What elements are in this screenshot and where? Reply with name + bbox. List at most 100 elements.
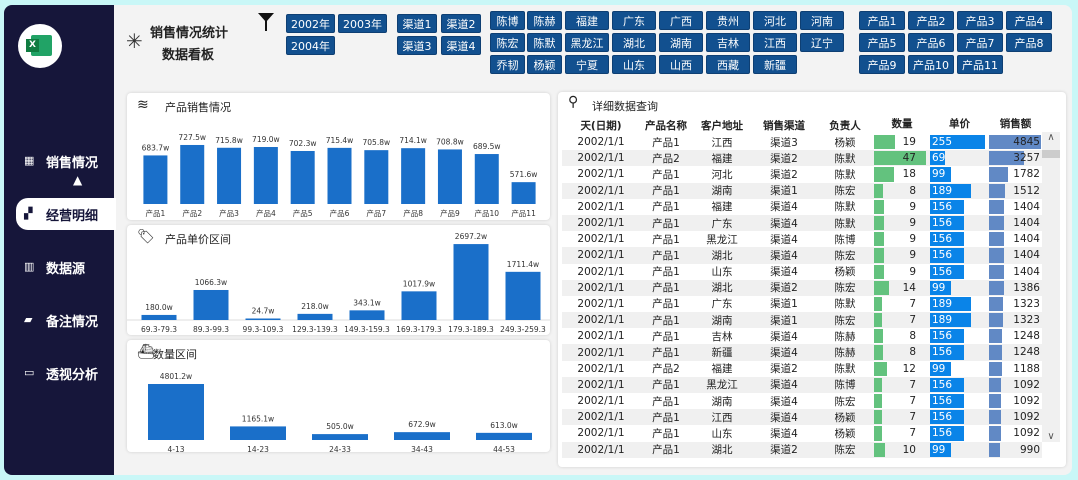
region-slicer-button[interactable]: 山东 <box>612 55 656 74</box>
table-row[interactable]: 2002/1/1 产品1 广东 渠道1 陈默 7 189 1323 <box>562 295 1042 313</box>
table-row[interactable]: 2002/1/1 产品1 黑龙江 渠道4 陈博 7 156 1092 <box>562 376 1042 393</box>
bar[interactable] <box>230 426 286 440</box>
bar[interactable] <box>394 432 450 440</box>
region-slicer-button[interactable]: 宁夏 <box>565 55 609 74</box>
column-header[interactable]: 客户地址 <box>692 118 752 133</box>
bar[interactable] <box>401 148 426 204</box>
column-header[interactable]: 销售额 <box>989 116 1042 134</box>
region-slicer-button[interactable]: 新疆 <box>753 55 797 74</box>
sidebar-item-2[interactable]: ▥ 数据源 <box>16 251 116 283</box>
person-slicer-button[interactable]: 陈默 <box>527 33 562 52</box>
region-slicer-button[interactable]: 广东 <box>612 11 656 30</box>
bar[interactable] <box>453 244 489 320</box>
region-slicer-button[interactable]: 河南 <box>800 11 844 30</box>
channel-slicer-button[interactable]: 渠道3 <box>397 36 437 55</box>
table-row[interactable]: 2002/1/1 产品1 湖北 渠道2 陈宏 10 99 990 <box>562 441 1042 458</box>
year-slicer-button[interactable]: 2004年 <box>286 36 335 55</box>
person-slicer-button[interactable]: 陈宏 <box>490 33 525 52</box>
scroll-up-icon[interactable]: ∧ <box>1042 132 1060 143</box>
bar[interactable] <box>217 147 242 204</box>
bar[interactable] <box>364 150 389 204</box>
region-slicer-button[interactable]: 江西 <box>753 33 797 52</box>
bar[interactable] <box>349 310 385 320</box>
region-slicer-button[interactable]: 福建 <box>565 11 609 30</box>
bar[interactable] <box>143 155 168 204</box>
bar[interactable] <box>511 182 536 204</box>
year-slicer-button[interactable]: 2003年 <box>338 14 387 33</box>
bar[interactable] <box>312 434 368 440</box>
table-row[interactable]: 2002/1/1 产品1 湖北 渠道2 陈宏 14 99 1386 <box>562 279 1042 296</box>
person-slicer-button[interactable]: 陈博 <box>490 11 525 30</box>
sidebar-item-4[interactable]: ▭ 透视分析 <box>16 357 116 389</box>
table-row[interactable]: 2002/1/1 产品1 湖南 渠道1 陈宏 7 189 1323 <box>562 312 1042 329</box>
bar[interactable] <box>437 149 462 204</box>
channel-slicer-button[interactable]: 渠道2 <box>441 14 481 33</box>
table-scrollbar[interactable]: ∧ ∨ <box>1042 132 1060 442</box>
person-slicer-button[interactable]: 杨颖 <box>527 55 562 74</box>
table-row[interactable]: 2002/1/1 产品1 江西 渠道4 杨颖 7 156 1092 <box>562 409 1042 426</box>
bar[interactable] <box>290 150 315 204</box>
table-row[interactable]: 2002/1/1 产品1 山东 渠道4 杨颖 9 156 1404 <box>562 263 1042 280</box>
column-header[interactable]: 单价 <box>930 116 989 134</box>
table-row[interactable]: 2002/1/1 产品2 福建 渠道2 陈默 12 99 1188 <box>562 360 1042 377</box>
sidebar-item-1[interactable]: ▞ 经营明细 <box>16 198 116 230</box>
table-row[interactable]: 2002/1/1 产品1 新疆 渠道4 陈赫 8 156 1248 <box>562 344 1042 361</box>
product-slicer-button[interactable]: 产品8 <box>1006 33 1052 52</box>
region-slicer-button[interactable]: 黑龙江 <box>565 33 609 52</box>
region-slicer-button[interactable]: 吉林 <box>706 33 750 52</box>
column-header[interactable]: 数量 <box>874 116 930 134</box>
table-row[interactable]: 2002/1/1 产品1 山东 渠道4 杨颖 7 156 1092 <box>562 425 1042 442</box>
region-slicer-button[interactable]: 辽宁 <box>800 33 844 52</box>
bar[interactable] <box>180 144 205 204</box>
column-header[interactable]: 天(日期) <box>562 118 640 133</box>
table-row[interactable]: 2002/1/1 产品1 河北 渠道2 陈默 18 99 1782 <box>562 166 1042 183</box>
table-row[interactable]: 2002/1/1 产品1 湖北 渠道4 陈宏 9 156 1404 <box>562 247 1042 264</box>
table-row[interactable]: 2002/1/1 产品1 湖南 渠道4 陈宏 7 156 1092 <box>562 393 1042 410</box>
bar[interactable] <box>327 147 352 204</box>
filter-icon[interactable] <box>258 13 274 31</box>
bar[interactable] <box>245 318 281 321</box>
scroll-down-icon[interactable]: ∨ <box>1042 431 1060 442</box>
table-row[interactable]: 2002/1/1 产品2 福建 渠道2 陈默 47 69 3257 <box>562 150 1042 167</box>
table-row[interactable]: 2002/1/1 产品1 福建 渠道4 陈默 9 156 1404 <box>562 198 1042 215</box>
channel-slicer-button[interactable]: 渠道1 <box>397 14 437 33</box>
bar[interactable] <box>253 147 278 204</box>
column-header[interactable]: 产品名称 <box>640 118 692 133</box>
product-slicer-button[interactable]: 产品6 <box>908 33 954 52</box>
region-slicer-button[interactable]: 河北 <box>753 11 797 30</box>
product-slicer-button[interactable]: 产品11 <box>957 55 1003 74</box>
bar[interactable] <box>474 154 499 204</box>
region-slicer-button[interactable]: 山西 <box>659 55 703 74</box>
product-slicer-button[interactable]: 产品1 <box>859 11 905 30</box>
column-header[interactable]: 负责人 <box>816 118 874 133</box>
bar[interactable] <box>141 314 177 320</box>
table-row[interactable]: 2002/1/1 产品1 黑龙江 渠道4 陈博 9 156 1404 <box>562 231 1042 248</box>
bar[interactable] <box>193 289 229 320</box>
region-slicer-button[interactable]: 广西 <box>659 11 703 30</box>
person-slicer-button[interactable]: 陈赫 <box>527 11 562 30</box>
bar[interactable] <box>401 291 437 320</box>
region-slicer-button[interactable]: 湖南 <box>659 33 703 52</box>
product-slicer-button[interactable]: 产品7 <box>957 33 1003 52</box>
product-slicer-button[interactable]: 产品3 <box>957 11 1003 30</box>
bar[interactable] <box>148 384 204 440</box>
table-row[interactable]: 2002/1/1 产品1 广东 渠道4 陈默 9 156 1404 <box>562 214 1042 232</box>
bar[interactable] <box>297 313 333 320</box>
scroll-thumb[interactable] <box>1042 150 1060 158</box>
product-slicer-button[interactable]: 产品5 <box>859 33 905 52</box>
table-row[interactable]: 2002/1/1 产品1 江西 渠道3 杨颖 19 255 4845 <box>562 134 1042 151</box>
year-slicer-button[interactable]: 2002年 <box>286 14 335 33</box>
product-slicer-button[interactable]: 产品9 <box>859 55 905 74</box>
sidebar-item-0[interactable]: ▦ 销售情况 <box>16 145 116 177</box>
product-slicer-button[interactable]: 产品4 <box>1006 11 1052 30</box>
sidebar-item-3[interactable]: ▰ 备注情况 <box>16 304 116 336</box>
region-slicer-button[interactable]: 西藏 <box>706 55 750 74</box>
product-slicer-button[interactable]: 产品2 <box>908 11 954 30</box>
column-header[interactable]: 销售渠道 <box>752 118 816 133</box>
region-slicer-button[interactable]: 贵州 <box>706 11 750 30</box>
person-slicer-button[interactable]: 乔韧 <box>490 55 525 74</box>
region-slicer-button[interactable]: 湖北 <box>612 33 656 52</box>
table-row[interactable]: 2002/1/1 产品1 湖南 渠道1 陈宏 8 189 1512 <box>562 182 1042 199</box>
bar[interactable] <box>476 432 532 440</box>
table-row[interactable]: 2002/1/1 产品1 吉林 渠道4 陈赫 8 156 1248 <box>562 328 1042 345</box>
